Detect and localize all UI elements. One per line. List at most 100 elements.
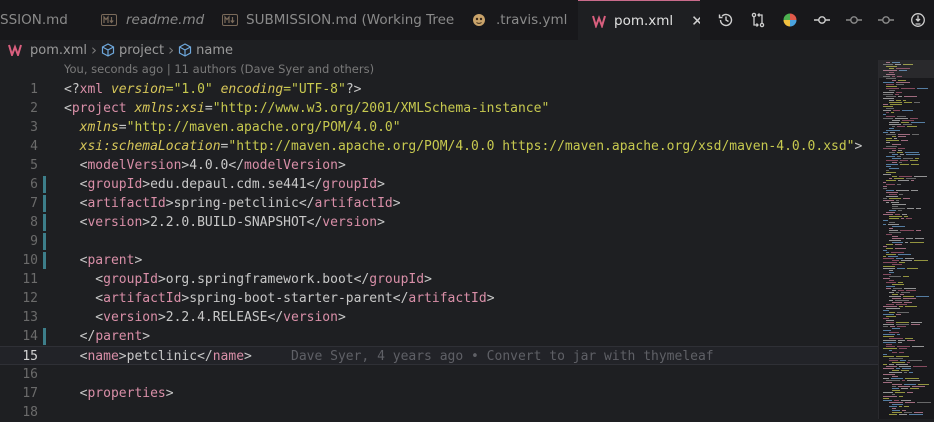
tab-submission-working-tree[interactable]: SUBMISSION.md (Working Tree)	[208, 0, 454, 40]
minimap-line	[889, 270, 893, 271]
minimap-line	[889, 272, 894, 273]
tab-travis-yml[interactable]: .travis.yml	[454, 0, 578, 40]
code-line[interactable]: 15 <name>petclinic</name> Dave Syer, 4 y…	[0, 346, 878, 365]
code-line[interactable]: 12 <artifactId>spring-boot-starter-paren…	[0, 289, 878, 308]
minimap-line	[902, 214, 907, 215]
tab-label: .travis.yml	[496, 12, 568, 28]
minimap-line	[898, 290, 904, 291]
code-line[interactable]: 8 <version>2.2.0.BUILD-SNAPSHOT</version…	[0, 213, 878, 232]
minimap-line	[914, 412, 923, 413]
line-number: 7	[30, 196, 38, 211]
inline-blame-annotation[interactable]: Dave Syer, 4 years ago • Convert to jar …	[252, 349, 714, 364]
code-token: xml	[79, 82, 104, 97]
code-line[interactable]: 18	[0, 403, 878, 422]
compare-changes-icon[interactable]	[742, 0, 774, 40]
code-token: ?>	[345, 82, 362, 97]
code-token: >	[337, 310, 346, 325]
minimap-line	[886, 170, 889, 171]
modified-line-indicator[interactable]	[43, 233, 46, 250]
code-line[interactable]: 5 <modelVersion>4.0.0</modelVersion>	[0, 156, 878, 175]
minimap-line	[905, 306, 917, 307]
code-line[interactable]: 10 <parent>	[0, 251, 878, 270]
code-token: parent	[87, 253, 135, 268]
minimap-line	[915, 158, 919, 159]
modified-line-indicator[interactable]	[43, 214, 46, 231]
minimap-viewport[interactable]	[879, 60, 934, 78]
close-icon[interactable]: ✕	[691, 12, 700, 30]
minimap[interactable]	[878, 60, 934, 419]
minimap-line	[897, 184, 901, 185]
code-line[interactable]: 3 xmlns="http://maven.apache.org/POM/4.0…	[0, 118, 878, 137]
toggle-blame-icon[interactable]	[902, 0, 934, 40]
code-line[interactable]: 17 <properties>	[0, 384, 878, 403]
code-line[interactable]: 9	[0, 232, 878, 251]
minimap-line	[907, 380, 920, 381]
tab-readme-md[interactable]: readme.md	[90, 0, 208, 40]
minimap-line	[883, 198, 887, 199]
tab-pom-xml[interactable]: pom.xml ✕	[578, 0, 700, 40]
code-line[interactable]: 1 <?xml version="1.0" encoding="UTF-8"?>	[0, 80, 878, 99]
previous-change-icon[interactable]	[838, 0, 870, 40]
minimap-line	[900, 230, 914, 231]
modified-line-indicator[interactable]	[43, 328, 46, 345]
modified-line-indicator[interactable]	[43, 195, 46, 212]
code-token: <?	[64, 82, 80, 97]
git-commit-icon[interactable]	[806, 0, 838, 40]
minimap-line	[892, 208, 905, 209]
minimap-line	[886, 190, 894, 191]
breadcrumb-item-name[interactable]: name	[196, 43, 233, 58]
code-line[interactable]: 4 xsi:schemaLocation="http://maven.apach…	[0, 137, 878, 156]
code-line[interactable]: 7 <artifactId>spring-petclinic</artifact…	[0, 194, 878, 213]
code-line[interactable]: 16	[0, 365, 878, 384]
minimap-line	[883, 188, 887, 189]
minimap-line	[886, 138, 892, 139]
minimap-line	[892, 136, 896, 137]
minimap-line	[883, 92, 894, 93]
code-line[interactable]: 14 </parent>	[0, 327, 878, 346]
git-graph-icon[interactable]	[774, 0, 806, 40]
code-editor[interactable]: 1 <?xml version="1.0" encoding="UTF-8"?> 2…	[0, 80, 878, 422]
minimap-line	[889, 372, 902, 373]
minimap-line	[894, 138, 897, 139]
minimap-line	[883, 174, 891, 175]
code-text: <?xml version="1.0" encoding="UTF-8"?>	[64, 80, 361, 99]
minimap-line	[903, 298, 916, 299]
minimap-line	[889, 124, 901, 125]
minimap-line	[892, 284, 904, 285]
code-token: <	[64, 196, 88, 211]
line-number: 16	[22, 367, 38, 382]
code-line[interactable]: 13 <version>2.2.4.RELEASE</version>	[0, 308, 878, 327]
minimap-line	[892, 408, 896, 409]
code-token: version	[103, 310, 158, 325]
code-token: >2.2.4.RELEASE</	[157, 310, 284, 325]
blame-codelens[interactable]: You, seconds ago | 11 authors (Dave Syer…	[64, 62, 374, 76]
modified-line-indicator[interactable]	[43, 176, 46, 193]
minimap-line	[889, 230, 898, 231]
next-change-icon[interactable]	[870, 0, 902, 40]
minimap-line	[895, 94, 899, 95]
breadcrumb-item-file[interactable]: pom.xml	[30, 43, 87, 58]
minimap-line	[901, 140, 908, 141]
minimap-line	[901, 400, 911, 401]
code-line[interactable]: 11 <groupId>org.springframework.boot</gr…	[0, 270, 878, 289]
code-token: >	[244, 349, 252, 364]
minimap-line	[886, 196, 898, 197]
minimap-line	[901, 292, 910, 293]
minimap-line	[883, 324, 894, 325]
code-token: <	[64, 272, 104, 287]
minimap-line	[883, 400, 892, 401]
minimap-line	[903, 158, 913, 159]
code-line[interactable]: 6 <groupId>edu.depaul.cdm.se441</groupId…	[0, 175, 878, 194]
minimap-line	[892, 302, 902, 303]
modified-line-indicator[interactable]	[43, 252, 46, 269]
minimap-line	[897, 312, 909, 313]
tab-submission-md[interactable]: SSION.md	[0, 0, 90, 40]
minimap-line	[889, 296, 901, 297]
code-token: <	[64, 386, 88, 401]
minimap-line	[886, 96, 896, 97]
code-text: <parent>	[64, 251, 143, 270]
code-line[interactable]: 2 <project xmlns:xsi="http://www.w3.org/2…	[0, 99, 878, 118]
breadcrumb-item-project[interactable]: project	[119, 43, 164, 58]
history-icon[interactable]	[710, 0, 742, 40]
minimap-line	[892, 370, 899, 371]
